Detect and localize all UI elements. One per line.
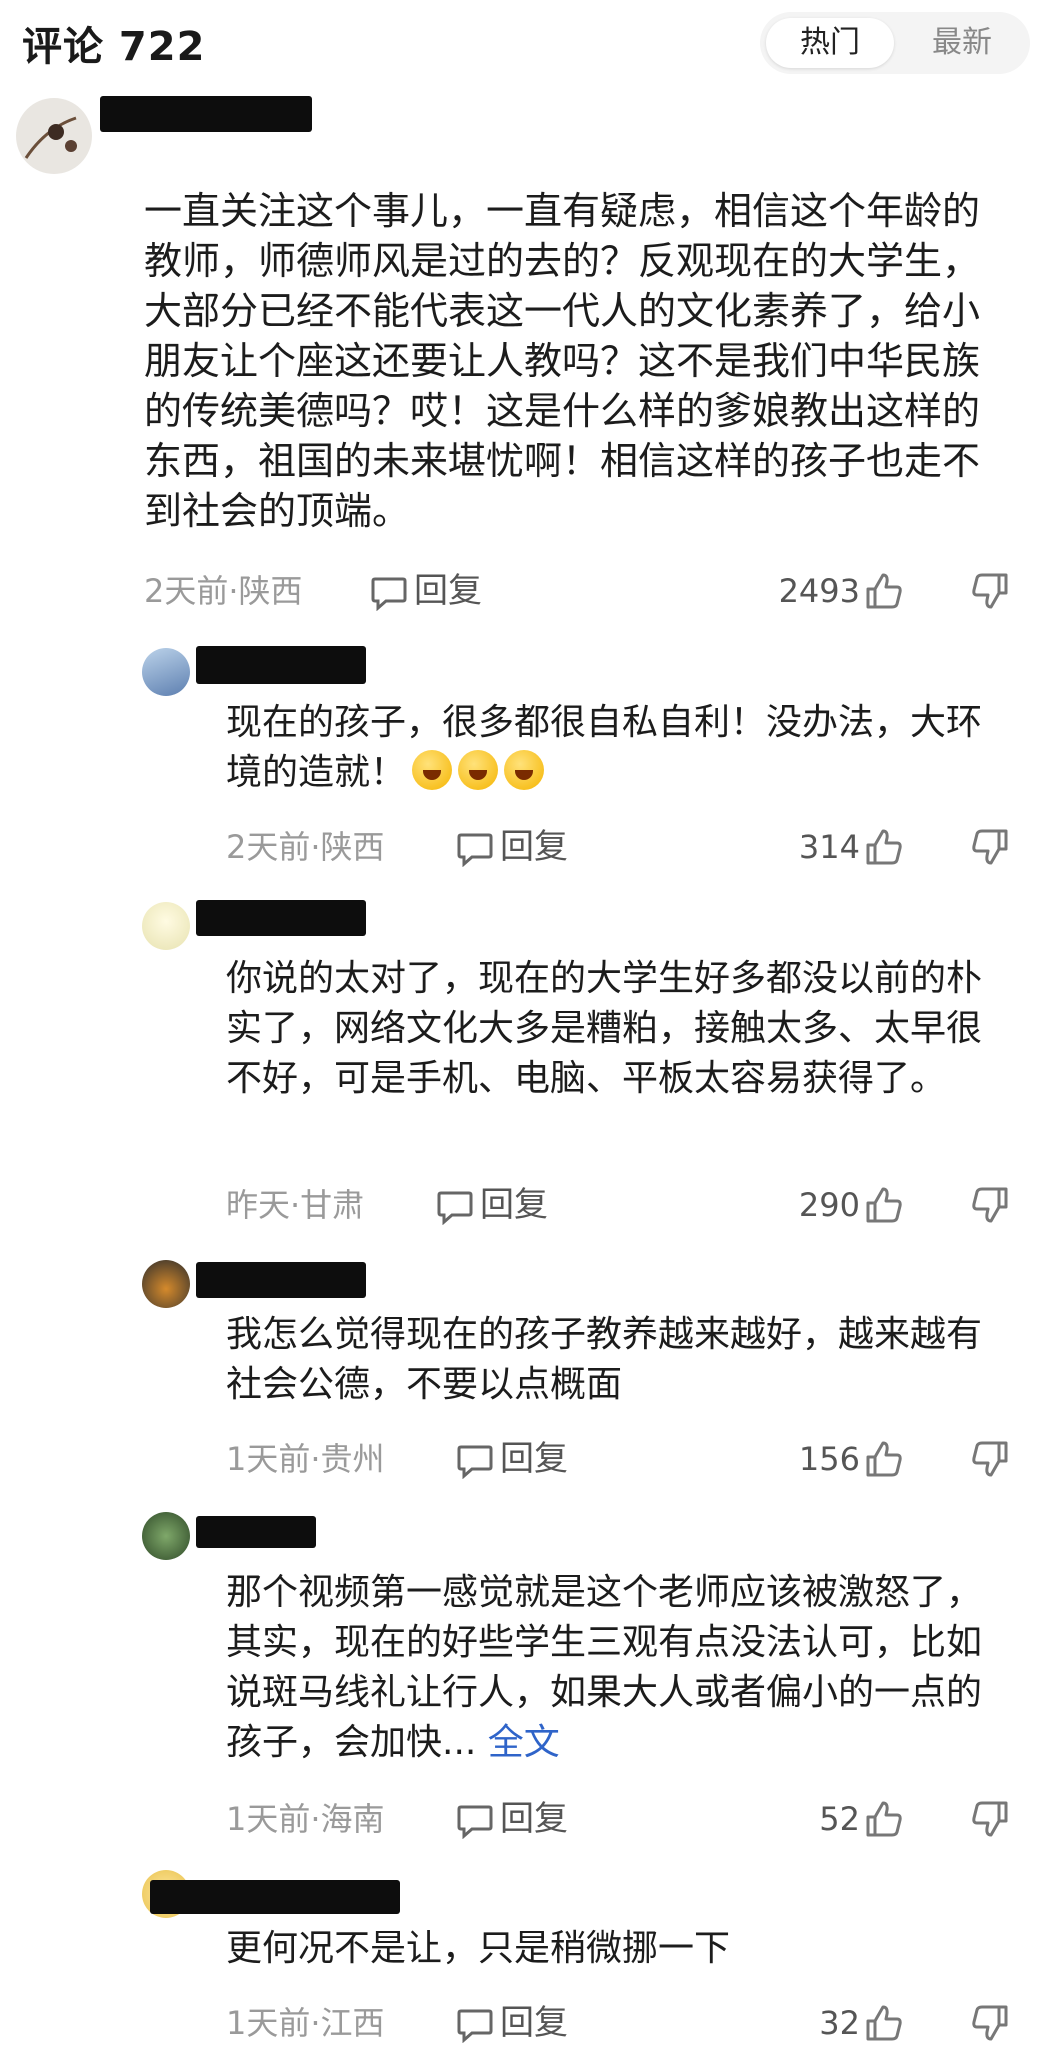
sort-hot-tab[interactable]: 热门 <box>766 18 894 68</box>
like-count: 52 <box>819 1800 860 1838</box>
like-count: 32 <box>819 2004 860 2042</box>
thumbs-down-icon[interactable] <box>970 1185 1010 1225</box>
thumbs-down-icon[interactable] <box>970 827 1010 867</box>
comment-text: 现在的孩子，很多都很自私自利！没办法，大环境的造就！ <box>226 702 983 793</box>
username-redacted <box>100 96 312 132</box>
reply-label: 回复 <box>500 1439 568 1479</box>
crying-laughing-emoji <box>458 750 499 790</box>
comment-meta: 1天前·贵州 <box>226 1440 385 1478</box>
thumbs-up-icon[interactable] <box>864 2003 904 2043</box>
thumbs-down-icon[interactable] <box>970 1439 1010 1479</box>
reply-label: 回复 <box>500 1799 568 1839</box>
avatar[interactable] <box>142 902 190 950</box>
reply-button[interactable]: 回复 <box>456 822 568 872</box>
reply-label: 回复 <box>500 2003 568 2043</box>
reply-label: 回复 <box>414 571 482 611</box>
thumbs-up-icon[interactable] <box>864 1185 904 1225</box>
speech-bubble-icon <box>457 1445 493 1479</box>
username-redacted <box>150 1880 400 1914</box>
comment-text: 一直关注这个事儿，一直有疑虑，相信这个年龄的教师，师德师风是过的去的？反观现在的… <box>144 189 981 533</box>
reply-button[interactable]: 回复 <box>456 1998 568 2048</box>
reply-button[interactable]: 回复 <box>456 1434 568 1484</box>
comment-meta: 1天前·海南 <box>226 1800 385 1838</box>
speech-bubble-icon <box>437 1191 473 1225</box>
speech-bubble-icon <box>457 2009 493 2043</box>
username-redacted <box>196 1516 316 1548</box>
like-count: 2493 <box>778 572 860 610</box>
comment-text: 那个视频第一感觉就是这个老师应该被激怒了，其实，现在的好些学生三观有点没法认可，… <box>226 1572 983 1763</box>
reply-button[interactable]: 回复 <box>456 1794 568 1844</box>
username-redacted <box>196 900 366 936</box>
avatar[interactable] <box>142 1260 190 1308</box>
like-count: 156 <box>798 1440 860 1478</box>
like-count: 314 <box>798 828 860 866</box>
username-redacted <box>196 1262 366 1298</box>
comments-header: 评论 722 热门 最新 <box>0 0 1052 86</box>
speech-bubble-icon <box>457 833 493 867</box>
speech-bubble-icon <box>371 577 407 611</box>
avatar[interactable] <box>142 648 190 696</box>
thumbs-up-icon[interactable] <box>864 571 904 611</box>
thumbs-down-icon[interactable] <box>970 571 1010 611</box>
username-redacted <box>196 646 366 684</box>
full-text-link[interactable]: 全文 <box>488 1722 560 1763</box>
crying-laughing-emoji <box>504 750 545 790</box>
reply-button[interactable]: 回复 <box>436 1180 548 1230</box>
thumbs-up-icon[interactable] <box>864 827 904 867</box>
avatar[interactable] <box>16 98 92 174</box>
sort-new-tab[interactable]: 最新 <box>900 18 1024 68</box>
comments-count-title: 评论 722 <box>22 24 206 70</box>
reply-label: 回复 <box>500 827 568 867</box>
comment-text: 我怎么觉得现在的孩子教养越来越好，越来越有社会公德，不要以点概面 <box>226 1314 983 1405</box>
sort-toggle: 热门 最新 <box>760 12 1030 74</box>
speech-bubble-icon <box>457 1805 493 1839</box>
comment-meta: 昨天·甘肃 <box>226 1186 365 1224</box>
comment-meta: 2天前·陕西 <box>144 572 303 610</box>
thumbs-down-icon[interactable] <box>970 2003 1010 2043</box>
crying-laughing-emoji <box>412 750 453 790</box>
comment-text: 你说的太对了，现在的大学生好多都没以前的朴实了，网络文化大多是糟粕，接触太多、太… <box>226 958 983 1099</box>
reply-button[interactable]: 回复 <box>370 566 482 616</box>
like-count: 290 <box>798 1186 860 1224</box>
reply-label: 回复 <box>480 1185 548 1225</box>
thumbs-up-icon[interactable] <box>864 1799 904 1839</box>
comment-meta: 1天前·江西 <box>226 2004 385 2042</box>
thumbs-down-icon[interactable] <box>970 1799 1010 1839</box>
avatar[interactable] <box>142 1512 190 1560</box>
comment-meta: 2天前·陕西 <box>226 828 385 866</box>
comment-text: 更何况不是让，只是稍微挪一下 <box>226 1928 731 1969</box>
thumbs-up-icon[interactable] <box>864 1439 904 1479</box>
